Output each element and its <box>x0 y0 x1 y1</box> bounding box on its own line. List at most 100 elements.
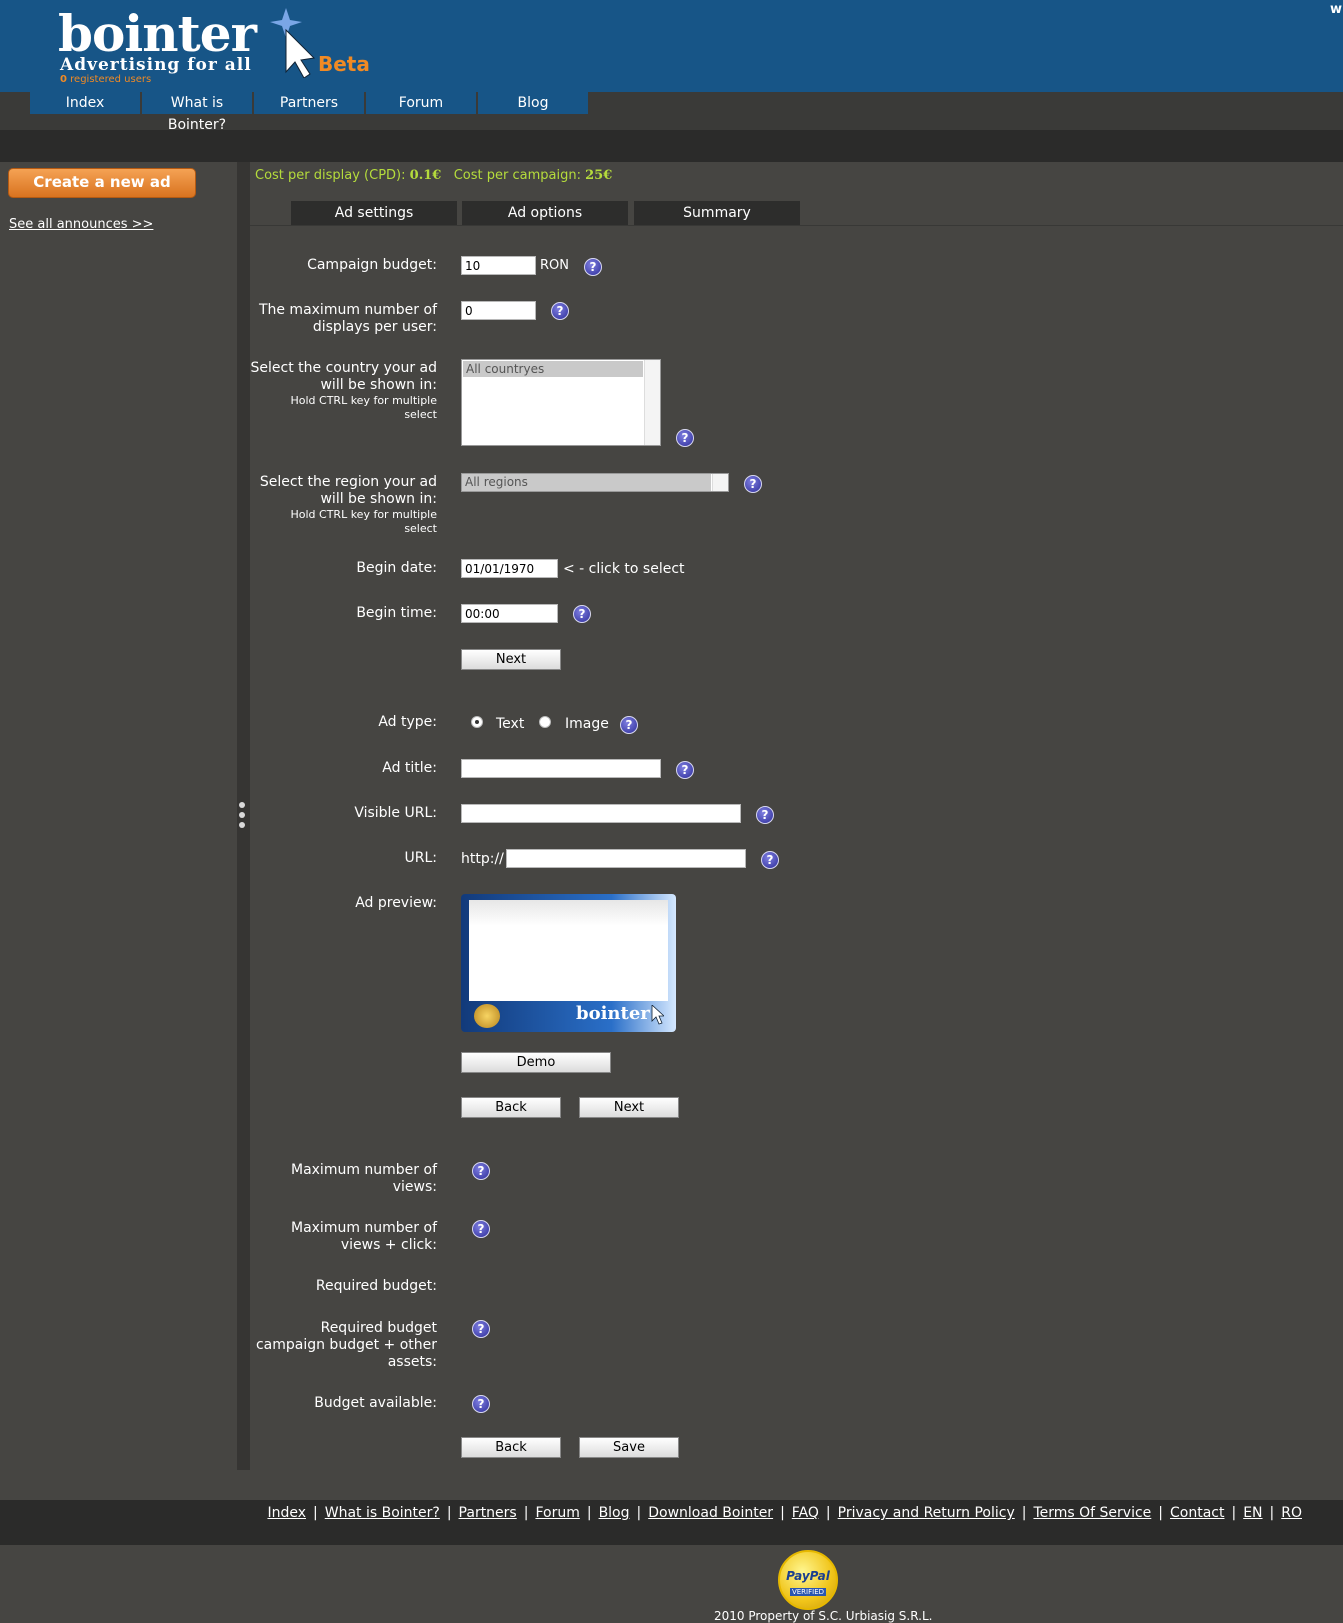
region-option[interactable]: All regions <box>462 474 711 491</box>
help-icon[interactable]: ? <box>676 761 694 779</box>
country-select[interactable]: All countryes <box>461 359 661 446</box>
registered-count: 0 <box>60 74 67 85</box>
footer-link-blog[interactable]: Blog <box>599 1505 630 1521</box>
max-displays-input[interactable] <box>461 301 536 320</box>
required-budget-campaign-label: Required budget campaign budget + other … <box>256 1320 437 1371</box>
options-back-button[interactable]: Back <box>461 1097 561 1118</box>
footer-link-en[interactable]: EN <box>1243 1505 1262 1521</box>
cost-info: Cost per display (CPD): 0.1€ Cost per ca… <box>255 168 612 183</box>
begin-date-input[interactable] <box>461 559 558 578</box>
ad-preview-content <box>469 900 668 1001</box>
help-icon[interactable]: ? <box>761 851 779 869</box>
footer-top <box>0 1470 1343 1500</box>
region-hint-line: Hold CTRL key for multiple <box>290 508 438 521</box>
create-new-ad-button[interactable]: Create a new ad <box>8 168 196 198</box>
ad-type-image-label[interactable]: Image <box>565 716 609 732</box>
help-icon[interactable]: ? <box>551 302 569 320</box>
region-label-line: will be shown in: <box>320 491 437 507</box>
nav-partners[interactable]: Partners <box>254 92 364 114</box>
footer-link-faq[interactable]: FAQ <box>792 1505 819 1521</box>
footer-link-forum[interactable]: Forum <box>535 1505 579 1521</box>
help-icon[interactable]: ? <box>573 605 591 623</box>
footer-bottom <box>0 1545 1343 1623</box>
help-icon[interactable]: ? <box>756 806 774 824</box>
ad-type-label: Ad type: <box>378 714 437 730</box>
campaign-cost-label: Cost per campaign: <box>453 168 581 183</box>
required-budget-campaign-line: Required budget <box>320 1320 437 1336</box>
footer-link-contact[interactable]: Contact <box>1170 1505 1224 1521</box>
tab-summary[interactable]: Summary <box>634 201 800 225</box>
help-icon[interactable]: ? <box>472 1162 490 1180</box>
max-views-label: Maximum number of views: <box>291 1162 437 1196</box>
country-select-scrollbar[interactable] <box>644 360 660 445</box>
region-select[interactable]: All regions <box>461 473 729 492</box>
help-icon[interactable]: ? <box>676 429 694 447</box>
footer-links: Index | What is Bointer? | Partners | Forum | Bl… <box>267 1505 1302 1521</box>
footer-link-ro[interactable]: RO <box>1281 1505 1302 1521</box>
logo-tagline: Advertising for all <box>60 55 252 75</box>
help-icon[interactable]: ? <box>472 1320 490 1338</box>
country-label-line: Select the country your ad <box>250 360 437 376</box>
settings-next-button[interactable]: Next <box>461 649 561 670</box>
help-icon[interactable]: ? <box>620 716 638 734</box>
copyright: 2010 Property of S.C. Urbiasig S.R.L. <box>714 1609 933 1623</box>
help-icon[interactable]: ? <box>472 1395 490 1413</box>
region-hint-line: select <box>404 522 437 535</box>
footer-link-index[interactable]: Index <box>267 1505 306 1521</box>
max-views-label-line: views: <box>392 1179 437 1195</box>
registered-users: 0 registered users <box>60 74 151 85</box>
help-icon[interactable]: ? <box>472 1220 490 1238</box>
header-corner-text: w <box>1330 2 1343 17</box>
tab-strip <box>250 225 1343 226</box>
footer-link-partners[interactable]: Partners <box>459 1505 517 1521</box>
nav-forum[interactable]: Forum <box>366 92 476 114</box>
nav-index[interactable]: Index <box>30 92 140 114</box>
ad-type-text-label[interactable]: Text <box>496 716 524 732</box>
ad-type-image-radio[interactable] <box>539 716 551 728</box>
begin-time-input[interactable] <box>461 604 558 623</box>
demo-button[interactable]: Demo <box>461 1052 611 1073</box>
handle-dot <box>239 822 245 828</box>
ad-title-input[interactable] <box>461 759 661 778</box>
help-icon[interactable]: ? <box>744 475 762 493</box>
paypal-text: PayPal <box>786 1569 830 1583</box>
url-input[interactable] <box>506 849 746 868</box>
nav-what-is-bointer[interactable]: What is Bointer? <box>142 92 252 133</box>
beta-badge: Beta <box>318 52 370 76</box>
paypal-verified-seal[interactable]: PayPal VERIFIED <box>778 1550 838 1610</box>
tab-ad-settings[interactable]: Ad settings <box>291 201 457 225</box>
save-button[interactable]: Save <box>579 1437 679 1458</box>
footer-link-privacy[interactable]: Privacy and Return Policy <box>838 1505 1015 1521</box>
country-hint-line: Hold CTRL key for multiple <box>290 394 438 407</box>
country-label: Select the country your ad will be shown… <box>251 360 437 422</box>
logo-wordmark[interactable]: bointer <box>58 6 257 62</box>
footer-link-what-is-bointer[interactable]: What is Bointer? <box>325 1505 440 1521</box>
coins-icon <box>474 1004 500 1028</box>
region-select-spinner[interactable] <box>712 474 728 491</box>
max-views-click-label-line: Maximum number of <box>290 1220 437 1236</box>
sub-bar <box>0 130 1343 162</box>
ad-type-text-radio[interactable] <box>471 716 483 728</box>
help-icon[interactable]: ? <box>584 258 602 276</box>
see-all-announces-link[interactable]: See all announces >> <box>9 217 153 232</box>
paypal-verified-text: VERIFIED <box>789 1588 827 1596</box>
nav-blog[interactable]: Blog <box>478 92 588 114</box>
summary-back-button[interactable]: Back <box>461 1437 561 1458</box>
budget-available-label: Budget available: <box>314 1395 437 1411</box>
campaign-budget-label: Campaign budget: <box>307 257 437 273</box>
campaign-cost-value: 25€ <box>585 168 613 183</box>
visible-url-label: Visible URL: <box>354 805 437 821</box>
sidebar-collapse-handle[interactable] <box>239 802 247 834</box>
ad-title-label: Ad title: <box>382 760 437 776</box>
country-option[interactable]: All countryes <box>463 361 643 377</box>
logo-cursor-icon <box>266 8 316 82</box>
visible-url-input[interactable] <box>461 804 741 823</box>
campaign-budget-input[interactable] <box>461 256 536 275</box>
country-label-line: will be shown in: <box>320 377 437 393</box>
footer-link-download[interactable]: Download Bointer <box>648 1505 773 1521</box>
tab-ad-options[interactable]: Ad options <box>462 201 628 225</box>
footer-link-terms[interactable]: Terms Of Service <box>1033 1505 1151 1521</box>
max-views-click-label-line: views + click: <box>340 1237 437 1253</box>
cpd-label: Cost per display (CPD): <box>255 168 406 183</box>
options-next-button[interactable]: Next <box>579 1097 679 1118</box>
